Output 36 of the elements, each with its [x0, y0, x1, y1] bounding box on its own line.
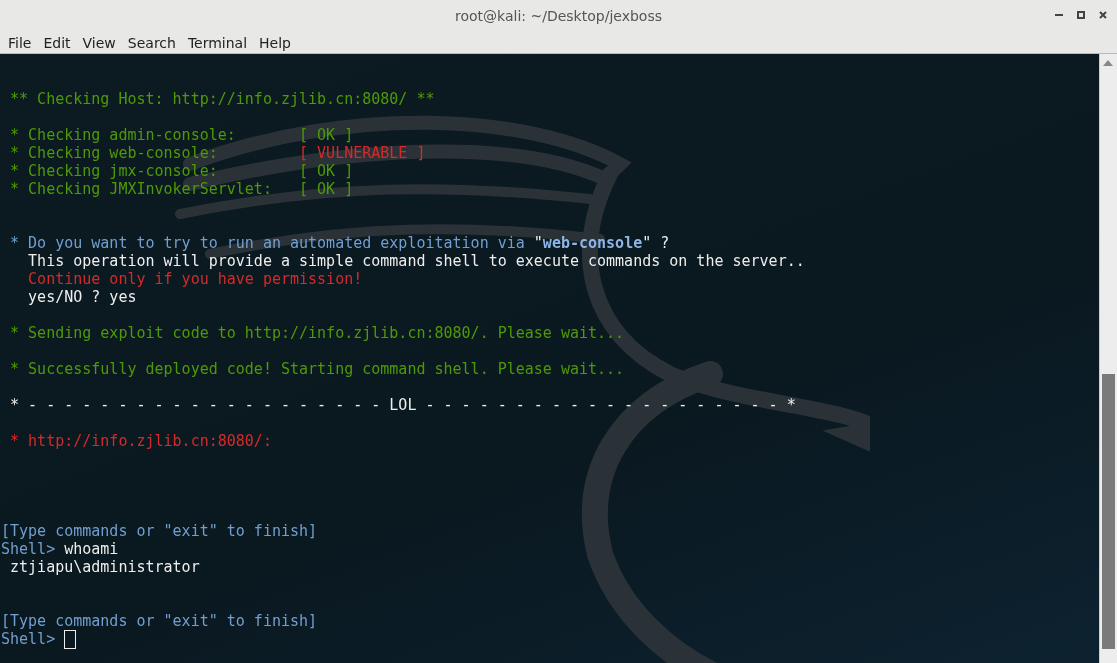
terminal-text: ztjiapu\administrator [9, 558, 200, 576]
terminal-text: * Checking JMXInvokerServlet: [ OK ] [9, 180, 354, 198]
scrollbar[interactable] [1099, 54, 1117, 663]
terminal-text: * Checking jmx-console: [ OK ] [9, 162, 354, 180]
scroll-thumb[interactable] [1102, 374, 1115, 649]
terminal-text: [Type commands or "exit" to finish] [1, 522, 318, 540]
terminal-text: web-console [542, 234, 643, 252]
terminal-text: Shell> [1, 630, 57, 648]
terminal-text: * Checking admin-console: [ OK ] [9, 126, 354, 144]
terminal-text: " [533, 234, 543, 252]
terminal-text: ** Checking Host: http://info.zjlib.cn:8080/ ** [9, 90, 435, 108]
close-icon[interactable] [1099, 11, 1107, 19]
terminal-text: This operation will provide a simple command shell to execute commands on the server.. [27, 252, 805, 270]
menu-item[interactable]: View [76, 34, 122, 51]
terminal-text: " ? [642, 234, 670, 252]
minimize-icon[interactable] [1055, 13, 1063, 17]
terminal-text: Shell> [1, 540, 57, 558]
terminal-text: whoami [64, 540, 119, 558]
terminal-text: * Checking web-console: [9, 144, 219, 162]
terminal-text: Continue only if you have permission! [27, 270, 363, 288]
menu-item[interactable]: Help [253, 34, 297, 51]
terminal-text: * Sending exploit code to http://info.zjlib.cn:8080/. Please wait... [9, 324, 625, 342]
menu-item[interactable]: Edit [37, 34, 77, 51]
terminal-text: [ VULNERABLE ] [299, 144, 426, 162]
menu-item[interactable]: Terminal [181, 34, 254, 51]
terminal-text: * - - - - - - - - - - - - - - - - - - - - LOL - - - - - - - - - - - - - - - - - - - - * [9, 396, 796, 414]
scroll-up-icon[interactable] [1103, 60, 1113, 66]
terminal-text: * Successfully deployed code! Starting command shell. Please wait... [9, 360, 625, 378]
terminal-text: * Do you want to try to run an automated exploitation via [9, 234, 526, 252]
terminal-text: [Type commands or "exit" to finish] [1, 612, 318, 630]
menu-item[interactable]: Search [121, 34, 182, 51]
terminal-text: yes/NO ? yes [27, 288, 137, 306]
menu-item[interactable]: File [2, 34, 38, 51]
maximize-icon[interactable] [1077, 11, 1085, 19]
window-title: root@kali: ~/Desktop/jexboss [455, 8, 662, 24]
terminal-text: * http://info.zjlib.cn:8080/: [9, 432, 272, 450]
